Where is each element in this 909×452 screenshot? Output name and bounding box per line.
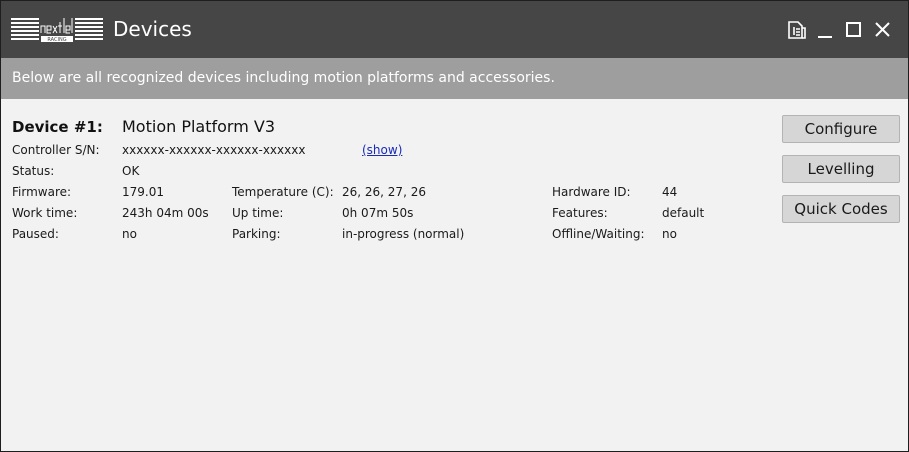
firmware-value: 179.01 bbox=[122, 185, 164, 199]
paused-label: Paused: bbox=[12, 227, 59, 241]
parking-label: Parking: bbox=[232, 227, 281, 241]
temperature-value: 26, 26, 27, 26 bbox=[342, 185, 426, 199]
status-label: Status: bbox=[12, 164, 55, 178]
offline-waiting-label: Offline/Waiting: bbox=[552, 227, 645, 241]
hardware-id-value: 44 bbox=[662, 185, 678, 199]
serial-value: xxxxxx-xxxxxx-xxxxxx-xxxxxx bbox=[122, 143, 306, 157]
device-panel: Device #1: Motion Platform V3 Controller… bbox=[1, 99, 908, 451]
close-icon[interactable] bbox=[872, 19, 894, 41]
device-label: Device #1: bbox=[12, 118, 103, 136]
device-name: Motion Platform V3 bbox=[122, 117, 276, 136]
configure-button[interactable]: Configure bbox=[782, 115, 900, 143]
svg-text:RACING: RACING bbox=[47, 37, 66, 43]
parking-value: in-progress (normal) bbox=[342, 227, 465, 241]
features-label: Features: bbox=[552, 206, 608, 220]
offline-waiting-value: no bbox=[662, 227, 677, 241]
temperature-label: Temperature (C): bbox=[232, 185, 334, 199]
quick-codes-button[interactable]: Quick Codes bbox=[782, 195, 900, 223]
up-time-value: 0h 07m 50s bbox=[342, 206, 414, 220]
hardware-id-label: Hardware ID: bbox=[552, 185, 631, 199]
work-time-label: Work time: bbox=[12, 206, 78, 220]
window-title: Devices bbox=[113, 17, 192, 41]
features-value: default bbox=[662, 206, 705, 220]
show-serial-link[interactable]: (show) bbox=[362, 143, 402, 157]
firmware-label: Firmware: bbox=[12, 185, 72, 199]
banner-text: Below are all recognized devices includi… bbox=[12, 70, 555, 86]
work-time-value: 243h 04m 00s bbox=[122, 206, 209, 220]
title-bar[interactable]: RACING Devices bbox=[1, 1, 908, 58]
document-icon[interactable] bbox=[786, 19, 808, 41]
paused-value: no bbox=[122, 227, 137, 241]
serial-label: Controller S/N: bbox=[12, 143, 100, 157]
devices-window: RACING Devices Below are all recognized … bbox=[0, 0, 909, 452]
minimize-icon[interactable] bbox=[815, 19, 837, 41]
info-banner: Below are all recognized devices includi… bbox=[1, 58, 908, 99]
maximize-icon[interactable] bbox=[843, 19, 865, 41]
status-value: OK bbox=[122, 164, 140, 178]
levelling-button[interactable]: Levelling bbox=[782, 155, 900, 183]
up-time-label: Up time: bbox=[232, 206, 284, 220]
next-level-racing-logo: RACING bbox=[11, 18, 103, 43]
